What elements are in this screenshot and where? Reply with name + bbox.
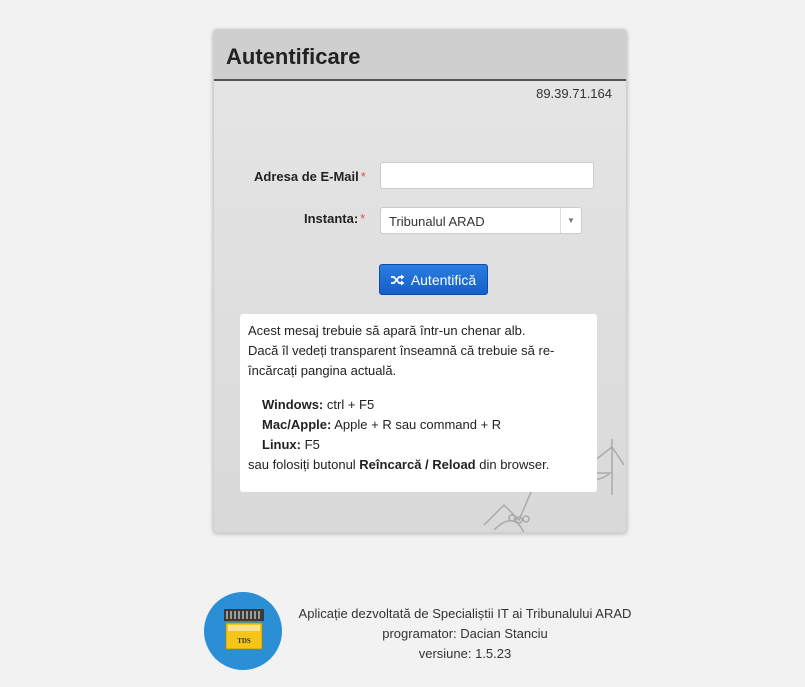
credits-line-1: Aplicație dezvoltată de Specialiștii IT … xyxy=(298,606,632,621)
shortcut-combo: F5 xyxy=(304,437,320,452)
credits-line-2: programator: Dacian Stanciu xyxy=(382,626,548,641)
email-label: Adresa de E-Mail * xyxy=(254,169,366,184)
notice-line-2: Dacă îl vedeți transparent înseamnă că t… xyxy=(248,343,555,378)
login-panel: Autentificare 89.39.71.164 Adresa de E-M… xyxy=(213,29,627,533)
app-credits: Aplicație dezvoltată de Specialiștii IT … xyxy=(280,604,650,664)
instanta-label: Instanta: * xyxy=(304,211,365,226)
notice-footer-post: din browser. xyxy=(475,457,550,472)
instanta-selected-value: Tribunalul ARAD xyxy=(389,214,485,229)
authenticate-label: Autentifică xyxy=(410,271,477,288)
shortcut-os: Windows: xyxy=(262,397,324,412)
tds-logo: TDS xyxy=(204,592,282,670)
required-mark: * xyxy=(360,211,366,226)
instanta-label-text: Instanta: xyxy=(304,211,359,226)
shortcut-combo: ctrl + F5 xyxy=(326,397,375,412)
instanta-select[interactable]: Tribunalul ARAD ▼ xyxy=(380,207,582,234)
reload-notice: Acest mesaj trebuie să apară într-un che… xyxy=(240,314,597,492)
ip-address: 89.39.71.164 xyxy=(536,86,612,101)
page-title: Autentificare xyxy=(226,44,361,69)
shortcut-item: Mac/Apple: Apple + R sau command + R xyxy=(262,415,589,435)
shortcut-os: Mac/Apple: xyxy=(262,417,332,432)
email-label-text: Adresa de E-Mail xyxy=(254,169,359,184)
shortcut-os: Linux: xyxy=(262,437,301,452)
notice-line-1: Acest mesaj trebuie să apară într-un che… xyxy=(248,323,526,338)
authenticate-button[interactable]: Autentifică xyxy=(379,264,488,295)
email-field[interactable] xyxy=(380,162,594,189)
shortcut-list: Windows: ctrl + F5 Mac/Apple: Apple + R … xyxy=(262,395,589,455)
notice-footer-pre: sau folosiți butonul xyxy=(248,457,360,472)
required-mark: * xyxy=(360,169,366,184)
version-line: versiune: 1.5.23 xyxy=(418,646,512,661)
shortcut-combo: Apple + R sau command + R xyxy=(334,417,502,432)
shortcut-item: Windows: ctrl + F5 xyxy=(262,395,589,415)
logo-text: TDS xyxy=(237,637,251,645)
reload-keyword: Reîncarcă / Reload xyxy=(359,457,476,472)
chevron-down-icon[interactable]: ▼ xyxy=(560,208,581,233)
shuffle-icon xyxy=(390,274,405,286)
panel-header: Autentificare xyxy=(214,30,626,81)
notice-footer: sau folosiți butonul Reîncarcă / Reload … xyxy=(248,455,589,475)
shortcut-item: Linux: F5 xyxy=(262,435,589,455)
